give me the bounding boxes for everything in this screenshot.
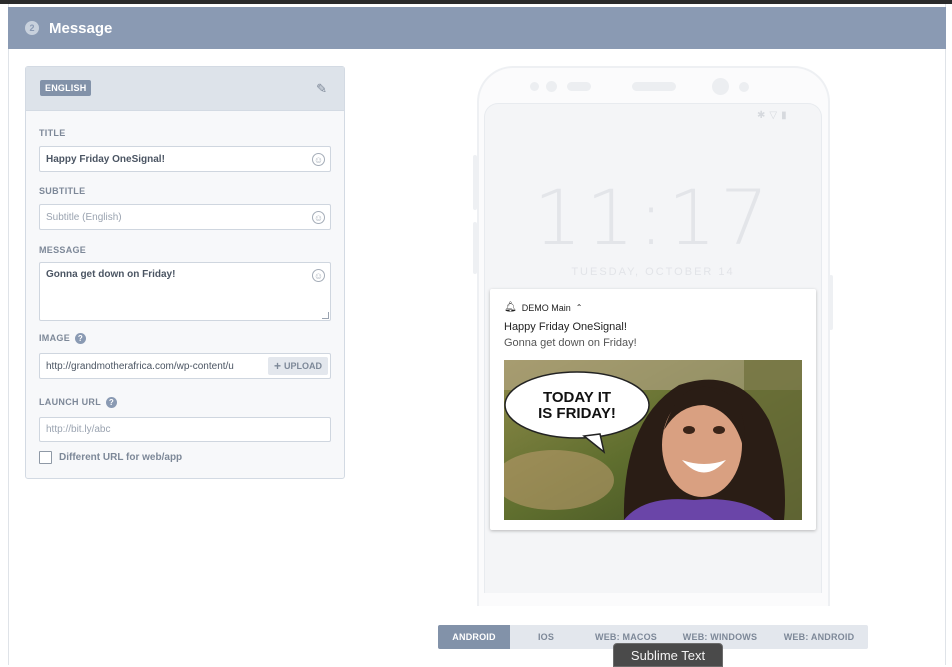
title-label: TITLE	[39, 128, 66, 138]
notification-image-art: TODAY IT IS FRIDAY!	[504, 360, 802, 520]
subtitle-input[interactable]: Subtitle (English) ☺	[39, 204, 331, 230]
launch-url-placeholder: http://bit.ly/abc	[46, 424, 111, 435]
upload-button-label: UPLOAD	[284, 361, 322, 371]
phone-side-button	[473, 155, 477, 210]
image-caption-line1: TODAY IT	[543, 389, 611, 406]
image-caption-line2: IS FRIDAY!	[538, 405, 616, 422]
lockscreen-date: TUESDAY, OCTOBER 14	[571, 266, 735, 278]
emoji-icon[interactable]: ☺	[312, 211, 325, 224]
resize-handle[interactable]	[322, 312, 329, 319]
status-icons: ✱▽▮	[757, 110, 791, 121]
phone-side-button	[829, 275, 833, 330]
upload-button[interactable]: + UPLOAD	[267, 357, 328, 375]
emoji-icon[interactable]: ☺	[312, 153, 325, 166]
different-url-label: Different URL for web/app	[59, 452, 183, 463]
launch-url-input[interactable]: http://bit.ly/abc	[39, 417, 331, 442]
phone-side-button	[473, 222, 477, 274]
launch-url-label-row: LAUNCH URL?	[39, 397, 117, 409]
title-input[interactable]: Happy Friday OneSignal! ☺	[39, 146, 331, 172]
language-tag[interactable]: ENGLISH	[40, 80, 92, 96]
notification-message: Gonna get down on Friday!	[504, 337, 637, 349]
plus-icon: +	[273, 359, 281, 373]
tab-android[interactable]: ANDROID	[438, 625, 510, 649]
tab-ios[interactable]: IOS	[510, 625, 582, 649]
message-textarea[interactable]: Gonna get down on Friday! ☺	[39, 262, 331, 321]
help-icon[interactable]: ?	[106, 397, 117, 409]
battery-icon: ▮	[781, 110, 791, 121]
phone-sensor	[739, 82, 749, 92]
tab-web-android[interactable]: WEB: ANDROID	[770, 625, 868, 649]
subtitle-input-placeholder: Subtitle (English)	[46, 211, 122, 223]
notification-card: 🔔︎ DEMO Main ⌃ Happy Friday OneSignal! G…	[490, 289, 816, 530]
different-url-checkbox[interactable]	[39, 451, 52, 464]
message-textarea-value: Gonna get down on Friday!	[46, 269, 176, 280]
image-label-row: IMAGE?	[39, 333, 87, 345]
message-label: MESSAGE	[39, 245, 87, 255]
phone-sensor	[530, 82, 539, 91]
emoji-icon[interactable]: ☺	[312, 269, 325, 282]
phone-sensor	[567, 82, 591, 91]
notification-app-name: DEMO Main	[521, 302, 571, 313]
launch-url-label: LAUNCH URL	[39, 397, 101, 407]
title-input-value: Happy Friday OneSignal!	[46, 153, 165, 165]
phone-sensor	[546, 81, 557, 92]
image-url-input[interactable]: http://grandmotherafrica.com/wp-content/…	[39, 353, 331, 379]
section-title: Message	[49, 19, 113, 37]
chevron-up-icon: ⌃	[575, 303, 583, 312]
help-icon[interactable]: ?	[75, 333, 87, 345]
message-form: ENGLISH ✎ TITLE Happy Friday OneSignal! …	[25, 66, 345, 479]
image-url-value: http://grandmotherafrica.com/wp-content/…	[46, 360, 234, 372]
pencil-icon[interactable]: ✎	[316, 81, 327, 97]
lockscreen-clock: 11:17	[533, 173, 773, 262]
different-url-option[interactable]: Different URL for web/app	[39, 451, 182, 464]
phone-camera	[712, 78, 729, 95]
notification-app-row: 🔔︎ DEMO Main ⌃	[504, 302, 582, 313]
phone-speaker	[632, 82, 676, 91]
language-header: ENGLISH ✎	[26, 67, 344, 111]
bluetooth-icon: ✱	[757, 110, 770, 121]
notification-title: Happy Friday OneSignal!	[504, 321, 627, 333]
subtitle-label: SUBTITLE	[39, 186, 86, 196]
image-label: IMAGE	[39, 333, 71, 343]
wifi-icon: ▽	[769, 110, 782, 121]
bell-icon: 🔔︎	[504, 302, 517, 313]
notification-image: TODAY IT IS FRIDAY!	[504, 360, 802, 520]
step-number-badge: 2	[25, 21, 39, 35]
section-header: 2 Message	[8, 7, 946, 49]
taskbar-tooltip: Sublime Text	[613, 643, 723, 667]
